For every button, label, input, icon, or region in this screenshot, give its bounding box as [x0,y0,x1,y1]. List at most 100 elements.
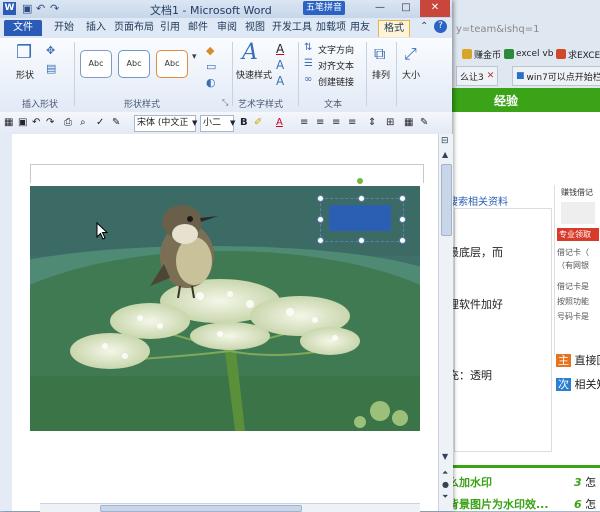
tab-insert[interactable]: 插入 [86,20,106,36]
preview-icon[interactable]: ⌕ [80,116,86,130]
chevron-down-icon[interactable]: ▼ [230,116,235,130]
save-icon[interactable]: ▣ [22,2,32,15]
tab-developer[interactable]: 开发工具 [272,20,312,36]
align-text-icon[interactable]: ☰ [304,58,313,69]
textbox-icon[interactable]: ▤ [46,62,56,75]
dialog-launcher-icon[interactable]: ⤡ [222,98,228,108]
edit-shape-icon[interactable]: ✥ [46,44,55,57]
ad-tag[interactable]: 专业领取 [557,228,599,241]
text-direction-button[interactable]: 文字方向 [318,43,354,56]
link-icon[interactable]: ∞ [304,74,312,85]
shape-outline-icon[interactable]: ▭ [206,60,216,73]
vertical-scrollbar[interactable]: ⊟ ▲ ▼ ⏶ ● ⏷ [438,134,453,511]
resize-handle[interactable] [317,216,324,223]
tab-home[interactable]: 开始 [54,20,74,36]
undo-icon[interactable]: ↶ [36,2,45,15]
align-left-button[interactable]: ≡ [300,116,308,130]
tab-mailings[interactable]: 邮件 [188,20,208,36]
text-outline-icon[interactable]: A [276,58,284,72]
close-icon[interactable]: ✕ [487,71,495,81]
resize-handle[interactable] [317,237,324,244]
borders-icon[interactable]: ⊞ [386,116,394,130]
create-link-button[interactable]: 创建链接 [318,75,354,88]
answer-item[interactable]: 次 相关知 [556,376,600,392]
maximize-button[interactable]: □ [394,0,418,17]
wordart-icon[interactable]: A [242,40,258,65]
spellcheck-icon[interactable]: ✓ [96,116,104,130]
title-bar[interactable]: W ▣ ↶ ↷ 文档1 - Microsoft Word 五笔拼音 — □ ✕ [0,0,452,18]
redo-icon[interactable]: ↷ [50,2,59,15]
redo-icon[interactable]: ↷ [46,116,54,130]
tab-format[interactable]: 格式 [378,20,410,37]
scroll-thumb[interactable] [441,164,452,236]
justify-button[interactable]: ≡ [348,116,356,130]
save-icon[interactable]: ▣ [18,116,27,130]
shape-fill-icon[interactable]: ◆ [206,44,214,57]
related-link[interactable]: 么加水印 [448,474,492,490]
address-bar[interactable]: y=team&ishq=1 [456,24,539,35]
more-styles-icon[interactable]: ▾ [192,52,197,62]
resize-handle[interactable] [358,237,365,244]
tab-addins[interactable]: 加载项 [316,20,346,36]
shapes-icon[interactable]: ❒ [16,42,38,64]
rotate-handle[interactable] [357,178,363,184]
size-icon[interactable]: ⤢ [404,44,417,64]
browser-tab-1[interactable]: 么让3 ✕ [456,66,498,86]
chevron-down-icon[interactable]: ▼ [192,116,197,130]
tab-yonyou[interactable]: 用友 [350,20,370,36]
bold-button[interactable]: B [240,116,248,130]
line-spacing-icon[interactable]: ⇕ [368,116,376,130]
font-size-select[interactable]: 小二 [200,115,234,132]
align-center-button[interactable]: ≡ [316,116,324,130]
resize-handle[interactable] [399,216,406,223]
font-name-select[interactable]: 宋体 (中文正 [134,115,196,132]
tab-file[interactable]: 文件 [4,20,42,36]
search-related-link[interactable]: 搜索相关资料 [448,193,508,208]
shape-style-1[interactable]: Abc [80,50,112,78]
bookmark-3[interactable]: 求EXCE [556,46,600,62]
scroll-up-icon[interactable]: ▲ [442,150,448,159]
shape-effects-icon[interactable]: ◐ [206,76,216,89]
highlight-icon[interactable]: ✐ [254,116,262,130]
bookmark-1[interactable]: 赚金币 [462,46,501,62]
related-link[interactable]: 背景图片为水印效... [448,496,549,511]
browse-object-icon[interactable]: ● [442,480,449,489]
close-button[interactable]: ✕ [420,0,450,17]
align-text-button[interactable]: 对齐文本 [318,59,354,72]
arrange-button-label[interactable]: 排列 [372,68,390,81]
shapes-button-label[interactable]: 形状 [16,68,34,81]
next-page-icon[interactable]: ⏷ [442,492,448,502]
size-button-label[interactable]: 大小 [402,68,420,81]
tab-page-layout[interactable]: 页面布局 [114,20,154,36]
text-fill-icon[interactable]: A [276,42,284,56]
text-direction-icon[interactable]: ⇅ [304,42,312,53]
help-icon[interactable]: ? [434,20,447,33]
text-effects-icon[interactable]: A [276,74,284,88]
print-icon[interactable]: ⎙ [64,116,72,130]
align-right-button[interactable]: ≡ [332,116,340,130]
quick-styles-button-label[interactable]: 快速样式 [236,68,272,81]
undo-icon[interactable]: ↶ [32,116,40,130]
tab-view[interactable]: 视图 [245,20,265,36]
shape-style-2[interactable]: Abc [118,50,150,78]
edit-icon[interactable]: ✎ [420,116,428,130]
scroll-down-icon[interactable]: ▼ [442,452,448,461]
collapse-ribbon-icon[interactable]: ⌃ [420,21,428,32]
textbox-fill[interactable] [329,205,391,231]
resize-handle[interactable] [317,195,324,202]
font-color-icon[interactable]: A [276,116,283,130]
shape-style-3[interactable]: Abc [156,50,188,78]
prev-page-icon[interactable]: ⏶ [442,468,448,478]
tab-references[interactable]: 引用 [160,20,180,36]
word-app-icon[interactable]: W [3,2,16,15]
ime-indicator[interactable]: 五笔拼音 [303,1,345,15]
tab-review[interactable]: 审阅 [217,20,237,36]
bookmark-2[interactable]: excel vb [504,46,553,62]
insert-table-icon[interactable]: ▦ [404,116,413,130]
resize-handle[interactable] [399,237,406,244]
resize-handle[interactable] [399,195,406,202]
minimize-button[interactable]: — [368,0,392,17]
format-painter-icon[interactable]: ✎ [112,116,120,130]
document-canvas[interactable] [12,134,438,511]
file-icon[interactable]: ▦ [4,116,13,130]
